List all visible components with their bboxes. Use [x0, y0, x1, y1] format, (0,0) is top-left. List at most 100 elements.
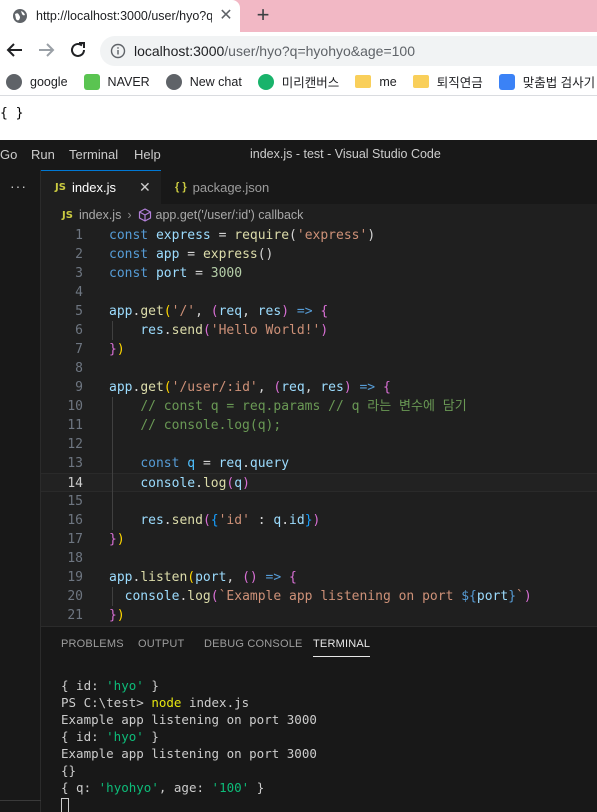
terminal-line: { id: 'hyo' }	[61, 729, 159, 744]
breadcrumb-file[interactable]: index.js	[79, 208, 121, 222]
line-number: 20	[67, 589, 83, 604]
line-number: 8	[75, 361, 83, 376]
breadcrumb-symbol[interactable]: app.get('/user/:id') callback	[156, 208, 304, 222]
browser-tab[interactable]: http://localhost:3000/user/hyo?q	[0, 0, 240, 32]
window-title: index.js - test - Visual Studio Code	[250, 147, 441, 161]
tab-output[interactable]: OUTPUT	[138, 638, 184, 650]
terminal-output[interactable]: { id: 'hyo' } PS C:\test> node index.js …	[61, 677, 317, 812]
code-line[interactable]: 16 res.send({'id' : q.id})	[41, 511, 597, 530]
tab-label: index.js	[71, 180, 117, 195]
terminal-line: PS C:\test> node index.js	[61, 695, 250, 710]
code-line[interactable]: 1 const express = require('express')	[41, 226, 597, 245]
indent-guide	[112, 321, 113, 340]
line-number: 4	[75, 285, 83, 300]
code-text: })	[109, 532, 125, 547]
code-line[interactable]: 14 console.log(q)	[41, 473, 597, 492]
bookmark-label: me	[379, 74, 397, 89]
tab-package-json[interactable]: { } package.json	[161, 170, 285, 204]
code-line[interactable]: 19 app.listen(port, () => {	[41, 568, 597, 587]
explorer-sidebar: ···	[0, 170, 41, 812]
line-number: 12	[67, 437, 83, 452]
close-tab-icon[interactable]: ✕	[217, 7, 235, 25]
code-text: })	[109, 342, 125, 357]
code-line[interactable]: 10 // const q = req.params // q 라는 변수에 담…	[41, 397, 597, 416]
code-text: const express = require('express')	[109, 228, 376, 243]
code-line[interactable]: 7})	[41, 340, 597, 359]
info-icon[interactable]	[110, 43, 126, 59]
code-line[interactable]: 17})	[41, 530, 597, 549]
terminal-line: { id: 'hyo' }	[61, 678, 159, 693]
code-line[interactable]: 15	[41, 492, 597, 511]
bookmark-label: 미리캔버스	[281, 76, 340, 90]
code-text: res.send('Hello World!')	[140, 323, 329, 338]
bookmark-label: 퇴직연금	[436, 76, 483, 90]
forward-arrow-icon[interactable]	[35, 39, 57, 61]
code-text: const port = 3000	[109, 266, 243, 281]
speller-icon	[498, 73, 515, 90]
code-line[interactable]: 5 app.get('/', (req, res) => {	[41, 302, 597, 321]
bookmark-label: google	[30, 74, 68, 89]
method-cube-icon	[138, 208, 151, 222]
line-number: 11	[67, 418, 83, 433]
tab-problems[interactable]: PROBLEMS	[61, 638, 124, 650]
code-line[interactable]: 6 res.send('Hello World!')	[41, 321, 597, 340]
chrome-icon	[6, 73, 22, 90]
bookmark-item[interactable]: google	[6, 73, 68, 90]
menu-run[interactable]: Run	[31, 147, 55, 162]
tab-debug-console[interactable]: DEBUG CONSOLE	[204, 638, 303, 650]
vscode-titlebar: Go Run Terminal Help index.js - test - V…	[0, 140, 597, 170]
code-text: // const q = req.params // q 라는 변수에 담기	[140, 399, 467, 414]
tab-terminal[interactable]: TERMINAL	[313, 638, 371, 657]
bottom-panel: PROBLEMS OUTPUT DEBUG CONSOLE TERMINAL {…	[41, 626, 597, 812]
code-line[interactable]: 9 app.get('/user/:id', (req, res) => {	[41, 378, 597, 397]
bookmark-item[interactable]: 퇴직연금	[412, 72, 483, 91]
browser-tab-title: http://localhost:3000/user/hyo?q	[36, 9, 212, 23]
browser-toolbar: localhost:3000/user/hyo?q=hyohyo&age=100	[0, 32, 597, 68]
line-number: 9	[75, 380, 83, 395]
code-line[interactable]: 13 const q = req.query	[41, 454, 597, 473]
close-icon[interactable]: ✕	[139, 179, 151, 196]
code-text: // console.log(q);	[140, 418, 282, 433]
json-file-icon: { }	[175, 181, 187, 193]
code-line[interactable]: 20 console.log(`Example app listening on…	[41, 587, 597, 606]
miri-icon	[257, 73, 274, 90]
code-line[interactable]: 18	[41, 549, 597, 568]
code-line[interactable]: 4	[41, 283, 597, 302]
menu-help[interactable]: Help	[134, 147, 161, 162]
code-line[interactable]: 8	[41, 359, 597, 378]
new-tab-button[interactable]: +	[252, 4, 274, 27]
bookmark-item[interactable]: me	[355, 74, 397, 89]
url-host: localhost:3000	[134, 43, 225, 59]
line-number: 5	[75, 304, 83, 319]
back-arrow-icon[interactable]	[4, 39, 26, 61]
terminal-line: Example app listening on port 3000	[61, 712, 317, 727]
code-text: app.get('/', (req, res) => {	[109, 304, 329, 319]
line-number: 15	[67, 494, 83, 509]
code-line[interactable]: 11 // console.log(q);	[41, 416, 597, 435]
code-line[interactable]: 12	[41, 435, 597, 454]
menu-go[interactable]: Go	[0, 147, 17, 162]
chevron-right-icon: ›	[127, 208, 132, 222]
vscode-window: Go Run Terminal Help index.js - test - V…	[0, 140, 597, 812]
line-number: 7	[75, 342, 83, 357]
url-path: /user/hyo?q=hyohyo&age=100	[224, 43, 416, 59]
bookmark-item[interactable]: 맞춤법 검사기	[498, 72, 595, 91]
code-editor[interactable]: 1 const express = require('express') 2 cons…	[41, 226, 597, 624]
terminal-line: { q: 'hyohyo', age: '100' }	[61, 780, 265, 795]
folder-icon	[355, 75, 372, 88]
menu-terminal[interactable]: Terminal	[69, 147, 118, 162]
bookmark-item[interactable]: 미리캔버스	[257, 72, 340, 91]
bookmark-item[interactable]: NAVER	[83, 73, 150, 90]
line-number: 21	[67, 608, 83, 623]
line-number: 14	[67, 476, 83, 491]
tab-index-js[interactable]: JS index.js ✕	[41, 170, 161, 204]
address-bar[interactable]: localhost:3000/user/hyo?q=hyohyo&age=100	[100, 36, 597, 66]
bookmark-item[interactable]: New chat	[165, 73, 242, 90]
breadcrumb: JS index.js › app.get('/user/:id') callb…	[41, 204, 597, 226]
reload-icon[interactable]	[67, 39, 89, 61]
code-line[interactable]: 3 const port = 3000	[41, 264, 597, 283]
more-actions-icon[interactable]: ···	[10, 178, 27, 194]
code-line[interactable]: 2 const app = express()	[41, 245, 597, 264]
code-text: console.log(`Example app listening on po…	[124, 589, 532, 604]
code-line[interactable]: 21})	[41, 606, 597, 625]
